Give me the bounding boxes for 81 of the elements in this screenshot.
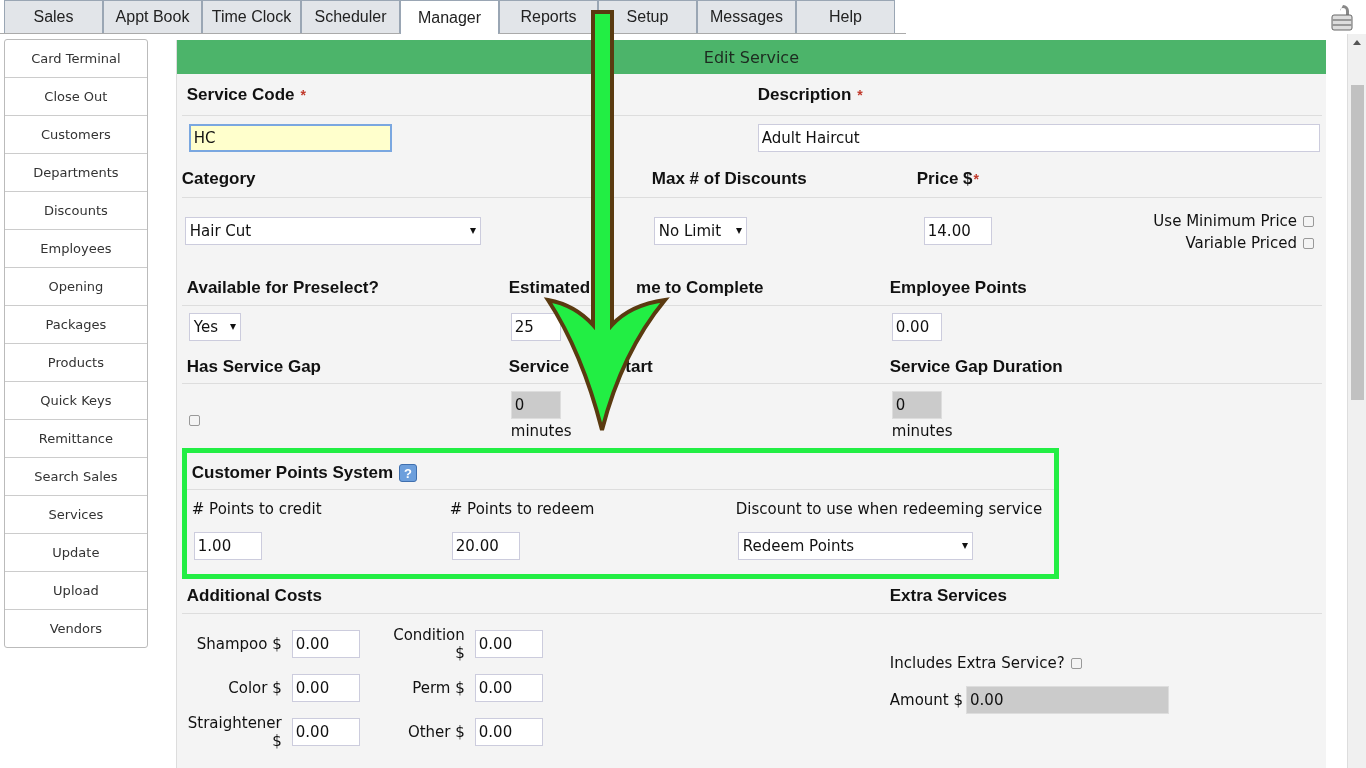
tab[interactable]: Sales: [4, 0, 103, 33]
text-field[interactable]: 20.00: [451, 532, 520, 560]
sidebar-item[interactable]: Upload: [5, 572, 147, 610]
tab[interactable]: Appt Book: [103, 0, 202, 33]
field-label: Other $: [407, 723, 465, 741]
tab[interactable]: Time Clock: [202, 0, 301, 33]
tab[interactable]: Messages: [697, 0, 796, 33]
tab[interactable]: Scheduler: [301, 0, 400, 33]
field-label: Max # of Discounts: [651, 169, 807, 189]
sidebar-item[interactable]: Vendors: [5, 610, 147, 647]
field-label: Perm $: [412, 679, 465, 697]
required-mark: *: [300, 86, 306, 103]
sidebar-item[interactable]: Departments: [5, 154, 147, 192]
checkbox[interactable]: [188, 415, 200, 426]
checkbox-label: Use Minimum Price: [1153, 212, 1298, 230]
field-label: Straightener $: [186, 714, 282, 750]
sidebar-item[interactable]: Update: [5, 534, 147, 572]
text-field[interactable]: 0.00: [291, 718, 360, 746]
required-mark: *: [973, 171, 979, 187]
field-label: Employee Points: [889, 278, 1027, 298]
field-label: Price $: [916, 169, 973, 189]
field-label: Description: [757, 84, 852, 105]
field-label: tart: [625, 356, 653, 377]
field-label: Estimated: [508, 278, 591, 298]
tab[interactable]: Reports: [499, 0, 598, 33]
checkbox[interactable]: [1303, 215, 1315, 227]
checkbox-label: Variable Priced: [1185, 234, 1298, 252]
unit-label: minutes: [510, 422, 573, 440]
field-label: Color $: [228, 679, 282, 697]
text-field[interactable]: 0.00: [474, 630, 543, 658]
field-label: Shampoo $: [196, 635, 282, 653]
text-field[interactable]: Adult Haircut: [757, 124, 1320, 152]
tab[interactable]: Help: [796, 0, 895, 33]
sidebar-item[interactable]: Card Terminal: [5, 40, 147, 78]
section-title: Customer Points System: [191, 463, 393, 483]
field-label: Has Service Gap: [186, 356, 321, 377]
field-label: Service Code: [186, 84, 295, 105]
field-label: me to Complete: [636, 278, 764, 298]
field-label: Service Gap Duration: [889, 356, 1063, 377]
field-label: # Points to credit: [191, 500, 322, 518]
sidebar-item[interactable]: Products: [5, 344, 147, 382]
text-field[interactable]: 14.00: [923, 217, 992, 245]
panel-header: Edit Service: [176, 40, 1327, 74]
sidebar-item[interactable]: Services: [5, 496, 147, 534]
text-field[interactable]: 1.00: [193, 532, 262, 560]
text-field[interactable]: HC: [188, 124, 392, 152]
sidebar-item[interactable]: Opening: [5, 268, 147, 306]
dropdown[interactable]: Redeem Points: [737, 532, 973, 560]
field-label: # Points to redeem: [449, 500, 595, 518]
sidebar-item[interactable]: Quick Keys: [5, 382, 147, 420]
text-field[interactable]: 0.00: [474, 718, 543, 746]
section-title: Extra Services: [889, 586, 1007, 605]
text-field[interactable]: 0.00: [291, 630, 360, 658]
field-label: Available for Preselect?: [186, 278, 379, 298]
checkbox[interactable]: [1070, 657, 1082, 669]
scrollbar[interactable]: [1347, 34, 1366, 768]
sidebar-item[interactable]: Employees: [5, 230, 147, 268]
checkbox-label: Includes Extra Service?: [889, 654, 1065, 672]
sidebar-item[interactable]: Discounts: [5, 192, 147, 230]
field-label: Category: [181, 169, 256, 189]
sidebar-item[interactable]: Customers: [5, 116, 147, 154]
sidebar-item[interactable]: Close Out: [5, 78, 147, 116]
dropdown[interactable]: Yes: [188, 313, 241, 341]
unit-label: minutes: [891, 422, 954, 440]
field-label: Discount to use when redeeming service: [735, 500, 1043, 518]
field-label: Amount $: [889, 691, 964, 709]
sidebar-item[interactable]: Search Sales: [5, 458, 147, 496]
section-title: Additional Costs: [186, 586, 322, 605]
text-field[interactable]: 25: [510, 313, 561, 341]
required-mark: *: [857, 86, 863, 103]
text-field[interactable]: 0.00: [474, 674, 543, 702]
dropdown[interactable]: Hair Cut: [184, 217, 481, 245]
dropdown[interactable]: No Limit: [653, 217, 747, 245]
text-field[interactable]: 0.00: [891, 313, 942, 341]
text-field[interactable]: 0.00: [291, 674, 360, 702]
sidebar-item[interactable]: Packages: [5, 306, 147, 344]
field-label: Service: [508, 356, 570, 377]
sidebar-item[interactable]: Remittance: [5, 420, 147, 458]
field-label: Condition $: [392, 626, 465, 662]
checkbox[interactable]: [1303, 237, 1315, 249]
tab[interactable]: Manager: [400, 0, 499, 34]
